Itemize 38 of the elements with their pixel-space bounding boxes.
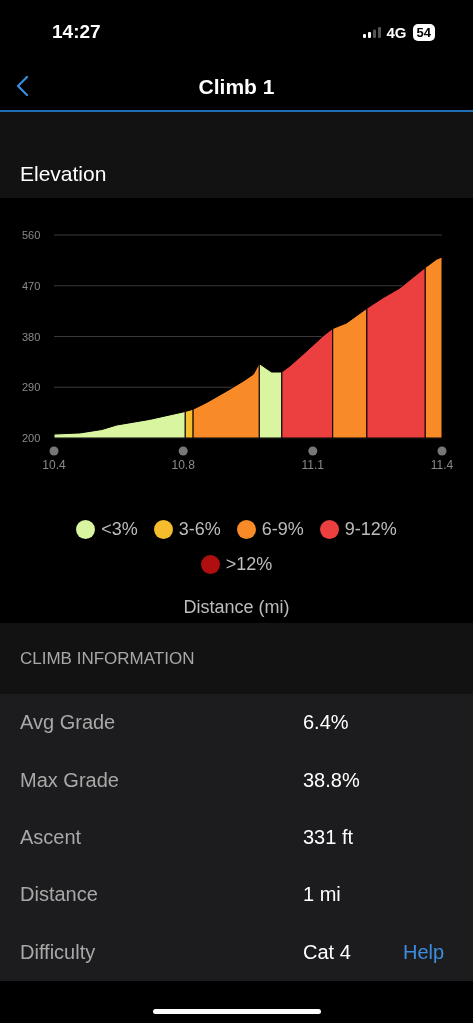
status-time: 14:27 — [52, 21, 101, 43]
row-label: Difficulty — [20, 940, 97, 964]
help-link[interactable]: Help — [403, 940, 445, 964]
signal-icon — [362, 26, 381, 38]
y-tick-label: 290 — [22, 381, 41, 394]
x-tick-dot — [49, 446, 59, 456]
row-label: Max Grade — [20, 768, 120, 792]
section-title: Elevation — [20, 162, 107, 186]
row-value: 6.4% — [303, 711, 350, 735]
y-tick-label: 470 — [22, 279, 41, 292]
row-value: 1 mi — [303, 883, 342, 907]
legend-label: 6-9% — [261, 519, 304, 540]
row-label: Avg Grade — [20, 711, 117, 735]
x-tick-label: 11.1 — [301, 458, 325, 472]
row-value: 38.8% — [303, 768, 361, 792]
x-tick-dot — [178, 446, 188, 456]
row-label: Distance — [20, 883, 99, 907]
y-tick-label: 380 — [22, 330, 41, 343]
x-tick-dot — [437, 446, 447, 456]
legend-label: >12% — [225, 554, 273, 575]
section-title: CLIMB INFORMATION — [20, 648, 195, 669]
network-type: 4G — [386, 23, 407, 41]
x-tick-label: 10.4 — [42, 458, 66, 472]
legend-label: 3-6% — [178, 519, 221, 540]
legend-label: 9-12% — [344, 519, 397, 540]
x-tick-dot — [308, 446, 318, 456]
x-tick-label: 11.4 — [430, 458, 454, 472]
battery-level: 54 — [412, 23, 435, 41]
back-icon[interactable] — [16, 75, 29, 97]
row-label: Ascent — [20, 826, 83, 849]
axis-title: Distance (mi) — [182, 597, 291, 618]
x-tick-label: 10.8 — [171, 458, 195, 472]
y-tick-label: 200 — [22, 432, 41, 444]
row-value: Cat 4 — [303, 940, 352, 964]
y-tick-label: 560 — [22, 229, 41, 241]
legend-label: <3% — [101, 519, 138, 540]
row-value: 331 ft — [303, 826, 355, 849]
screen-title: Climb 1 — [198, 75, 275, 99]
